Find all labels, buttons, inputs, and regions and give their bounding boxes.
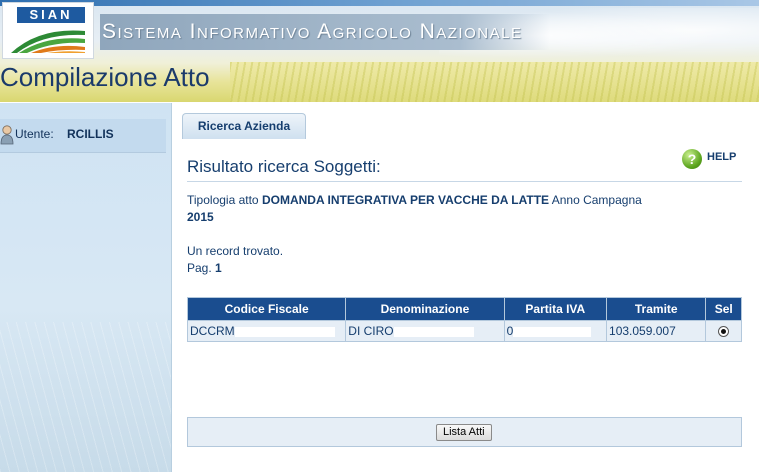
user-icon bbox=[0, 125, 14, 145]
redacted-block bbox=[513, 326, 592, 337]
cell-tramite: 103.059.007 bbox=[607, 321, 706, 341]
anno-label: Anno Campagna bbox=[551, 193, 642, 207]
logo-text: SIAN bbox=[17, 7, 85, 23]
tab-ricerca-azienda[interactable]: Ricerca Azienda bbox=[182, 113, 306, 139]
anno-line: 2015 bbox=[187, 210, 214, 224]
page-indicator: Pag. 1 bbox=[187, 261, 222, 275]
sidebar-wheat-decoration bbox=[0, 322, 171, 472]
page-label: Pag. bbox=[187, 261, 212, 275]
cell-partita-iva: 0 bbox=[504, 321, 607, 341]
header-wheat-field-decoration bbox=[230, 62, 759, 102]
results-table: Codice Fiscale Denominazione Partita IVA… bbox=[187, 297, 742, 342]
select-radio[interactable] bbox=[718, 326, 730, 338]
user-name: RCILLIS bbox=[67, 127, 114, 141]
action-bar: Lista Atti bbox=[187, 417, 742, 447]
user-info-box: Utente: RCILLIS bbox=[0, 119, 166, 153]
codice-fiscale-text: DCCRM bbox=[190, 324, 235, 338]
col-denominazione: Denominazione bbox=[346, 298, 504, 320]
col-codice-fiscale: Codice Fiscale bbox=[188, 298, 346, 320]
col-tramite: Tramite bbox=[607, 298, 706, 320]
cell-sel[interactable] bbox=[706, 321, 741, 341]
tipologia-value: DOMANDA INTEGRATIVA PER VACCHE DA LATTE bbox=[261, 193, 550, 207]
logo-fields-icon bbox=[11, 30, 85, 53]
header-top-band bbox=[0, 0, 759, 6]
main-content: Ricerca Azienda ? HELP Risultato ricerca… bbox=[172, 103, 759, 472]
partita-iva-text: 0 bbox=[506, 324, 514, 338]
sidebar: Utente: RCILLIS bbox=[0, 103, 172, 472]
tipologia-prefix: Tipologia atto bbox=[187, 193, 259, 207]
table-header-row: Codice Fiscale Denominazione Partita IVA… bbox=[188, 298, 741, 320]
redacted-block bbox=[393, 326, 474, 337]
cell-codice-fiscale: DCCRM bbox=[188, 321, 346, 341]
site-title: Sistema Informativo Agricolo Nazionale bbox=[102, 20, 523, 43]
col-partita-iva: Partita IVA bbox=[504, 298, 607, 320]
help-label[interactable]: HELP bbox=[707, 151, 736, 163]
lista-atti-button[interactable]: Lista Atti bbox=[436, 424, 492, 441]
page-title: Compilazione Atto bbox=[0, 62, 210, 92]
result-title: Risultato ricerca Soggetti: bbox=[187, 157, 381, 176]
col-sel: Sel bbox=[706, 298, 741, 320]
page-number: 1 bbox=[215, 261, 222, 275]
title-divider bbox=[187, 181, 742, 182]
table-row[interactable]: DCCRM DI CIRO 0 103.059.007 bbox=[188, 321, 741, 341]
help-question-icon[interactable]: ? bbox=[682, 149, 702, 169]
redacted-block bbox=[234, 326, 335, 337]
cell-denominazione: DI CIRO bbox=[346, 321, 504, 341]
sian-logo: SIAN bbox=[2, 2, 94, 59]
site-title-banner: Sistema Informativo Agricolo Nazionale bbox=[100, 14, 550, 50]
tipologia-line: Tipologia atto DOMANDA INTEGRATIVA PER V… bbox=[187, 193, 642, 207]
site-header: SIAN Sistema Informativo Agricolo Nazion… bbox=[0, 0, 759, 102]
record-count: Un record trovato. bbox=[187, 244, 284, 258]
anno-value: 2015 bbox=[187, 210, 214, 224]
denominazione-text: DI CIRO bbox=[348, 324, 394, 338]
user-label: Utente: bbox=[15, 127, 54, 141]
